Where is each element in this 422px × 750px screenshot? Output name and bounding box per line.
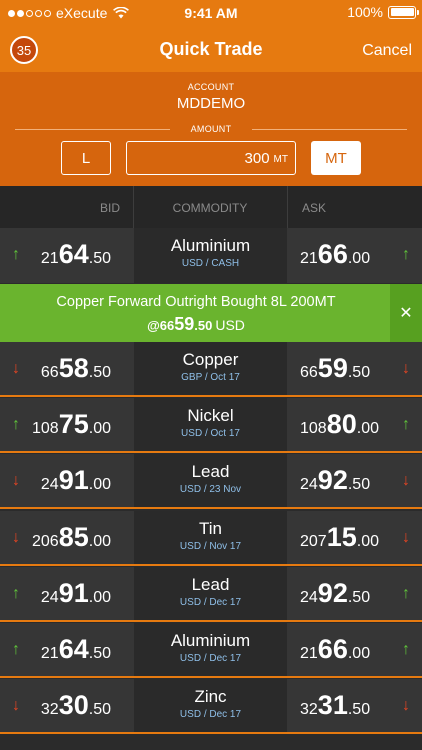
commodity-cell: Aluminium USD / Dec 17 (134, 623, 287, 676)
bid-cell[interactable]: 2491.00 (0, 454, 133, 507)
banner-price: @6659.50 USD (147, 314, 245, 334)
table-row[interactable]: ↑ 2491.00 Lead USD / Dec 17 2492.50 ↑ (0, 567, 422, 622)
commodity-detail: USD / Dec 17 (179, 709, 242, 720)
ask-arrow-icon: ↑ (402, 585, 410, 602)
divider (0, 395, 422, 397)
ask-price: 6659.50 (300, 353, 371, 383)
ask-arrow-icon: ↑ (402, 416, 410, 433)
commodity-detail: USD / 23 Nov (179, 484, 242, 495)
battery-icon (388, 5, 419, 19)
header-bid: BID (100, 201, 121, 215)
ask-price: 10880.00 (300, 409, 379, 439)
commodity-cell: Lead USD / Dec 17 (134, 567, 287, 620)
ask-arrow-icon: ↓ (402, 472, 410, 489)
table-row[interactable]: ↑ 2164.50 Aluminium USD / Dec 17 2166.00 ↑ (0, 623, 422, 678)
ask-price: 20715.00 (300, 522, 379, 552)
amount-value: 300 (244, 149, 270, 167)
close-icon[interactable]: ✕ (390, 284, 422, 342)
divider (252, 129, 407, 130)
ask-price: 3231.50 (300, 690, 371, 720)
commodity-cell: Copper GBP / Oct 17 (134, 342, 287, 395)
nav-bar: 35 Quick Trade Cancel (0, 26, 422, 72)
bid-price: 10875.00 (32, 409, 111, 439)
commodity-name: Aluminium (170, 631, 251, 650)
table-row[interactable]: ↓ 3230.50 Zinc USD / Dec 17 3231.50 ↓ (0, 679, 422, 734)
header-ask: ASK (302, 201, 327, 215)
divider (0, 676, 422, 678)
bid-price: 2164.50 (40, 634, 111, 664)
account-value[interactable]: MDDEMO (0, 95, 422, 112)
trade-confirmation-banner: Copper Forward Outright Bought 8L 200MT … (0, 284, 422, 342)
bid-cell[interactable]: 2491.00 (0, 567, 133, 620)
divider (0, 732, 422, 734)
ask-price: 2492.50 (300, 465, 371, 495)
bid-price: 2491.00 (40, 465, 111, 495)
ask-arrow-icon: ↑ (402, 246, 410, 263)
commodity-cell: Zinc USD / Dec 17 (134, 679, 287, 732)
ask-arrow-icon: ↓ (402, 360, 410, 377)
trade-form: ACCOUNT MDDEMO AMOUNT L 300 MT MT (0, 72, 422, 186)
commodity-name: Zinc (194, 687, 227, 706)
commodity-name: Aluminium (170, 236, 251, 255)
ask-arrow-icon: ↓ (402, 697, 410, 714)
account-label: ACCOUNT (187, 82, 235, 92)
commodity-detail: USD / Dec 17 (179, 597, 242, 608)
side-button[interactable]: L (61, 141, 111, 175)
bid-price: 3230.50 (40, 690, 111, 720)
divider (0, 620, 422, 622)
table-row[interactable]: ↑ 10875.00 Nickel USD / Oct 17 10880.00 ↑ (0, 398, 422, 453)
ask-price: 2166.00 (300, 634, 371, 664)
commodity-cell: Nickel USD / Oct 17 (134, 398, 287, 451)
commodity-name: Lead (191, 575, 230, 594)
commodity-detail: USD / CASH (181, 258, 240, 269)
status-bar: eXecute 9:41 AM 100% (0, 0, 422, 26)
commodity-detail: USD / Dec 17 (179, 653, 242, 664)
commodity-cell: Lead USD / 23 Nov (134, 454, 287, 507)
bid-cell[interactable]: 10875.00 (0, 398, 133, 451)
table-row[interactable]: ↓ 6658.50 Copper GBP / Oct 17 6659.50 ↓ (0, 342, 422, 397)
cancel-button[interactable]: Cancel (362, 42, 412, 60)
table-header: BID COMMODITY ASK (0, 186, 422, 228)
bid-cell[interactable]: 3230.50 (0, 679, 133, 732)
ask-price: 2492.50 (300, 578, 371, 608)
bid-price: 2491.00 (40, 578, 111, 608)
divider (0, 507, 422, 509)
table-row[interactable]: ↓ 20685.00 Tin USD / Nov 17 20715.00 ↓ (0, 511, 422, 566)
bid-price: 6658.50 (40, 353, 111, 383)
commodity-cell: Aluminium USD / CASH (134, 228, 287, 283)
commodity-detail: GBP / Oct 17 (181, 372, 240, 383)
table-row[interactable]: ↓ 2491.00 Lead USD / 23 Nov 2492.50 ↓ (0, 454, 422, 509)
ask-arrow-icon: ↓ (402, 529, 410, 546)
bid-cell[interactable]: 20685.00 (0, 511, 133, 564)
battery-percent: 100% (347, 4, 383, 20)
divider (0, 451, 422, 453)
divider (287, 186, 288, 228)
commodity-name: Lead (191, 462, 230, 481)
status-right: 100% (347, 4, 419, 20)
page-title: Quick Trade (159, 39, 263, 59)
bid-cell[interactable]: 2164.50 (0, 228, 133, 281)
header-commodity: COMMODITY (172, 201, 248, 215)
ask-arrow-icon: ↑ (402, 641, 410, 658)
bid-cell[interactable]: 2164.50 (0, 623, 133, 676)
bid-price: 20685.00 (32, 522, 111, 552)
commodity-detail: USD / Oct 17 (181, 428, 240, 439)
amount-unit: MT (273, 154, 288, 165)
commodity-cell: Tin USD / Nov 17 (134, 511, 287, 564)
divider (0, 564, 422, 566)
amount-input[interactable]: 300 MT (126, 141, 296, 175)
ask-price: 2166.00 (300, 239, 371, 269)
bid-price: 2164.50 (40, 239, 111, 269)
unit-button[interactable]: MT (311, 141, 361, 175)
commodity-name: Copper (182, 350, 239, 369)
commodity-name: Tin (199, 519, 222, 538)
banner-text: Copper Forward Outright Bought 8L 200MT (56, 294, 336, 310)
commodity-detail: USD / Nov 17 (179, 541, 242, 552)
bid-cell[interactable]: 6658.50 (0, 342, 133, 395)
table-row[interactable]: ↑ 2164.50 Aluminium USD / CASH 2166.00 ↑ (0, 228, 422, 283)
commodity-name: Nickel (187, 406, 234, 425)
